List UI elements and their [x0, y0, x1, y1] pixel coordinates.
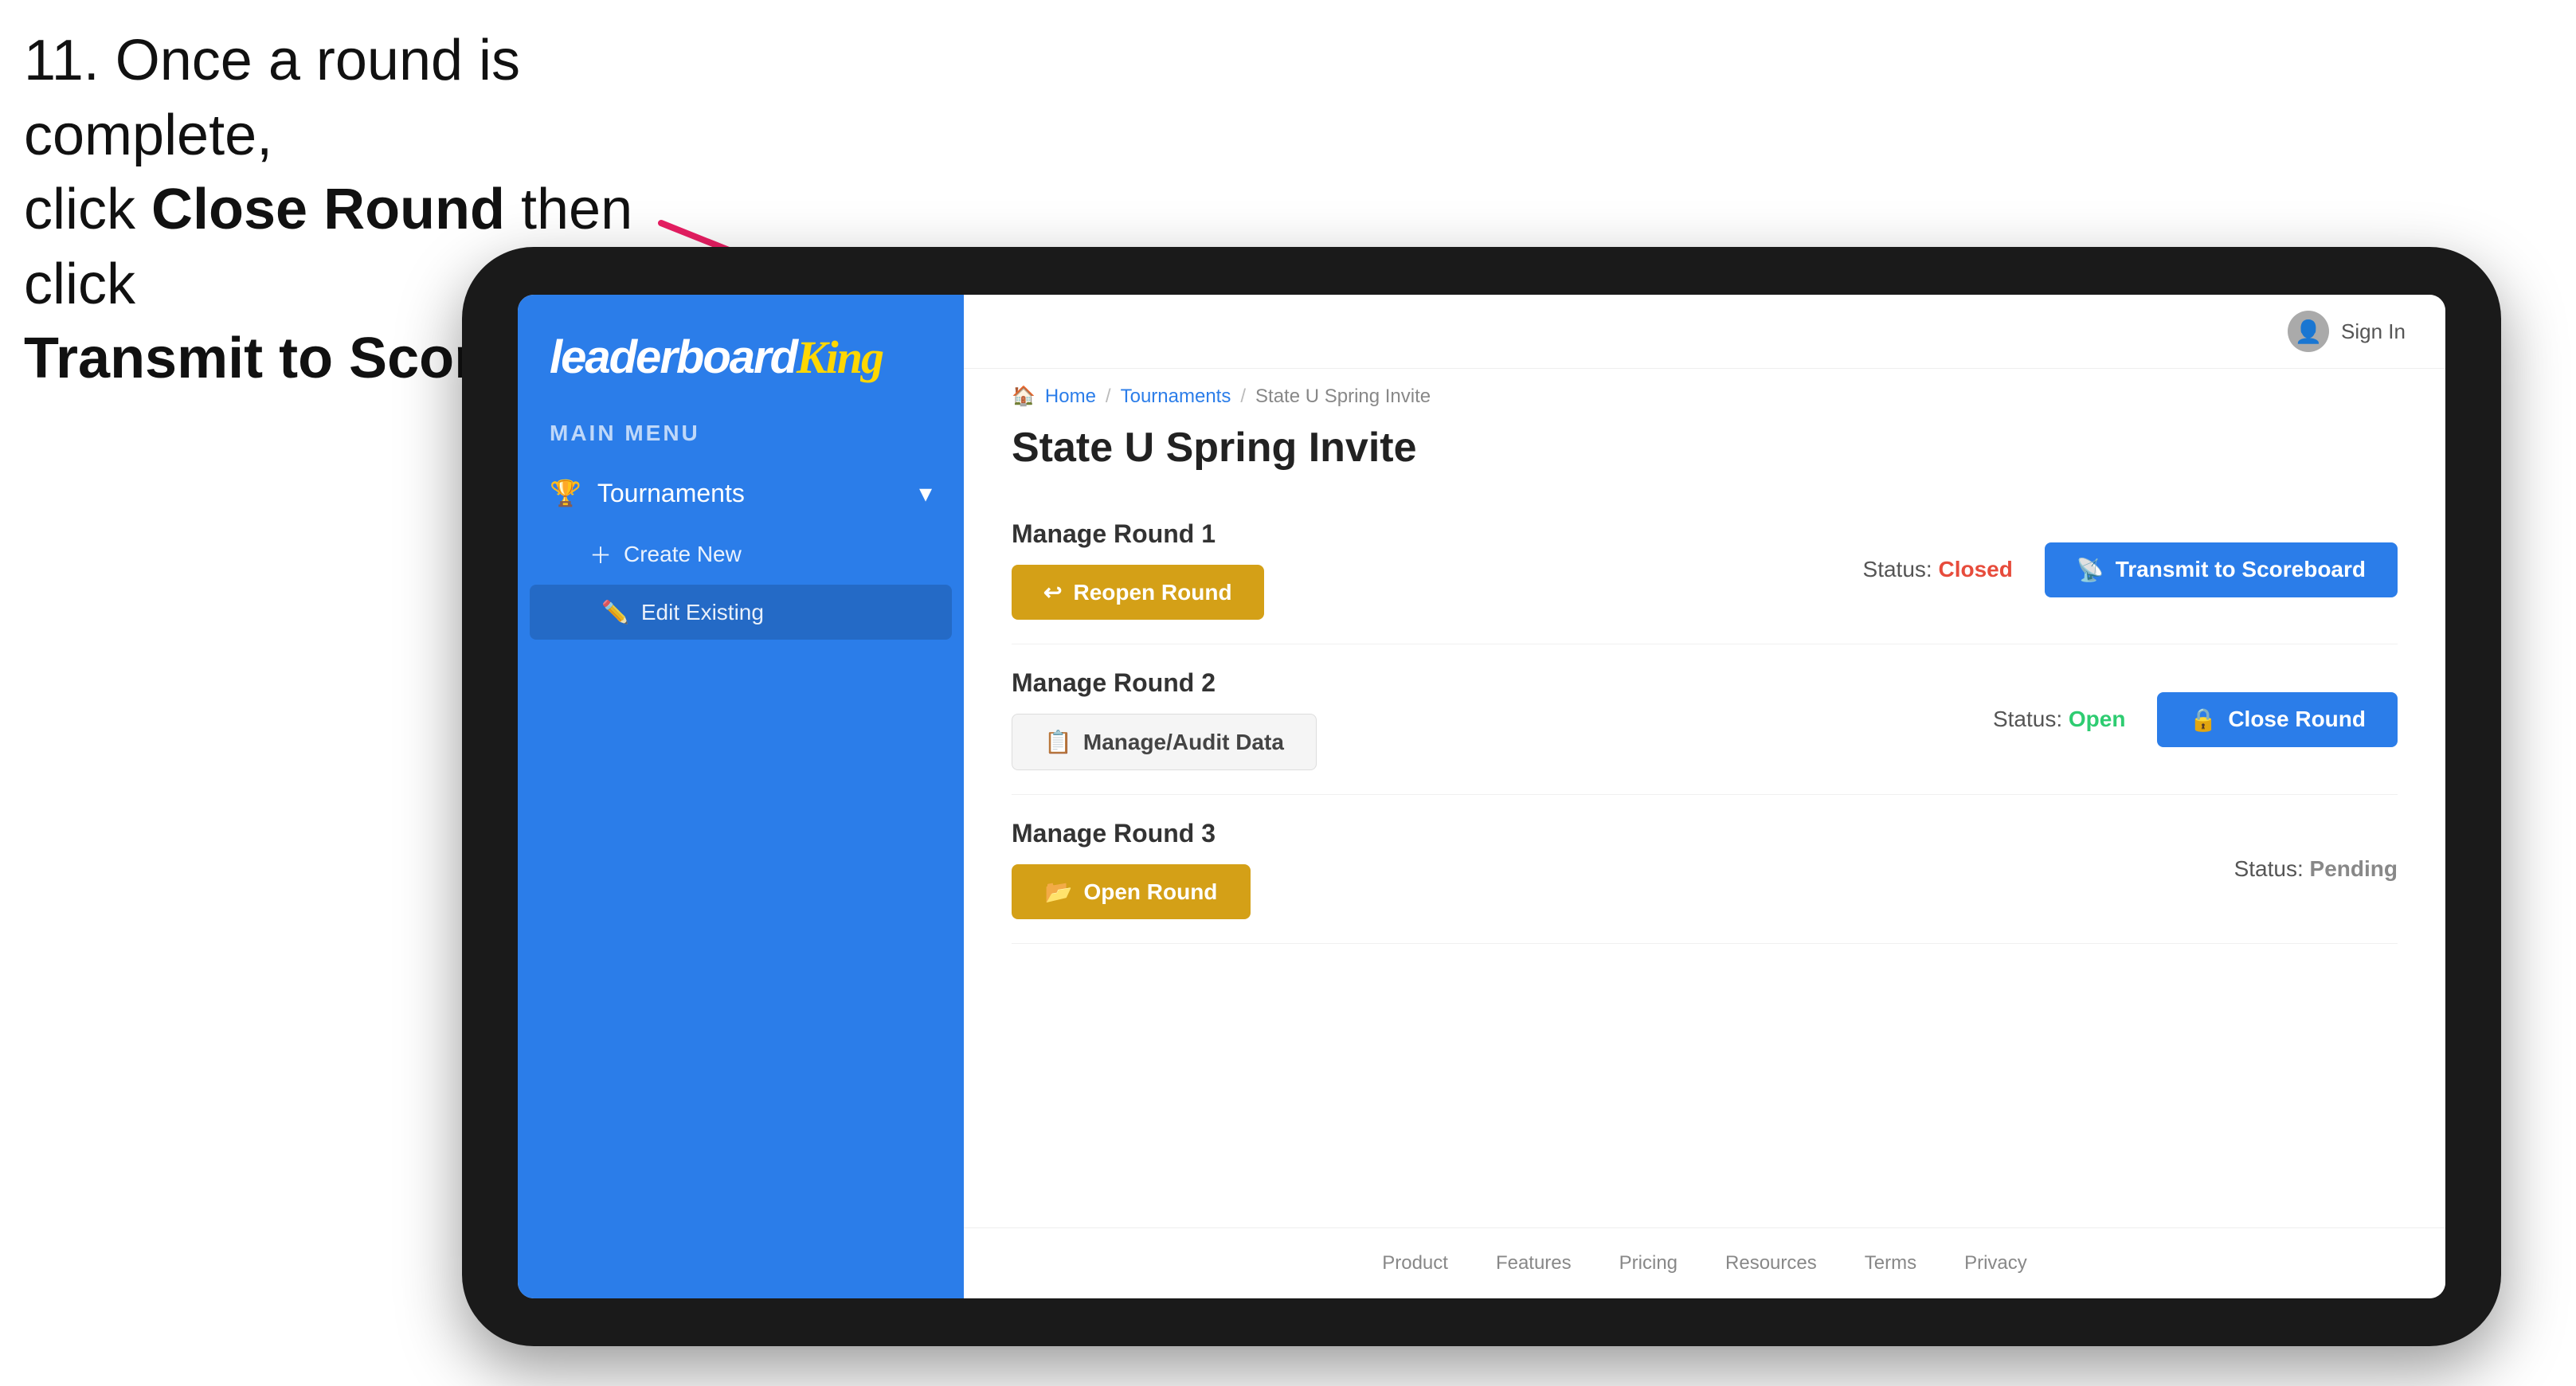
app-container: leaderboardKing MAIN MENU 🏆 Tournaments …	[518, 295, 2445, 1298]
manage-audit-data-button[interactable]: 📋 Manage/Audit Data	[1012, 714, 1317, 770]
logo-area: leaderboardKing	[518, 319, 964, 413]
breadcrumb-sep-2: /	[1240, 386, 1246, 408]
breadcrumb: 🏠 Home / Tournaments / State U Spring In…	[964, 369, 2445, 416]
sidebar-edit-existing[interactable]: ✏️ Edit Existing	[530, 585, 952, 640]
round-3-status: Status: Pending	[2234, 856, 2398, 882]
reopen-round-button[interactable]: ↩ Reopen Round	[1012, 565, 1264, 620]
avatar: 👤	[2288, 311, 2329, 352]
audit-icon: 📋	[1044, 729, 1072, 755]
lock-icon: 🔒	[2189, 707, 2217, 733]
round-1-title: Manage Round 1	[1012, 519, 1264, 549]
round-3-left: Manage Round 3 📂 Open Round	[1012, 819, 1251, 919]
footer-resources[interactable]: Resources	[1725, 1252, 1817, 1274]
main-menu-label: MAIN MENU	[518, 413, 964, 462]
logo-leaderboard: leaderboard	[550, 331, 797, 383]
transmit-icon: 📡	[2077, 557, 2104, 583]
sidebar-item-tournaments[interactable]: 🏆 Tournaments ▾	[518, 462, 964, 524]
tournaments-label: Tournaments	[597, 479, 745, 508]
round-row-3: Manage Round 3 📂 Open Round Status: Pend…	[1012, 795, 2398, 944]
tablet-device: leaderboardKing MAIN MENU 🏆 Tournaments …	[462, 247, 2501, 1346]
breadcrumb-current: State U Spring Invite	[1255, 386, 1431, 408]
edit-icon: ✏️	[601, 599, 629, 625]
home-icon: 🏠	[1012, 385, 1035, 408]
app-logo: leaderboardKing	[550, 335, 932, 381]
round-3-right: Status: Pending	[2234, 856, 2398, 882]
footer-terms[interactable]: Terms	[1865, 1252, 1916, 1274]
breadcrumb-sep-1: /	[1106, 386, 1111, 408]
breadcrumb-home[interactable]: Home	[1045, 386, 1096, 408]
footer-privacy[interactable]: Privacy	[1964, 1252, 2027, 1274]
chevron-down-icon: ▾	[919, 478, 932, 508]
round-1-left: Manage Round 1 ↩ Reopen Round	[1012, 519, 1264, 620]
open-round-button[interactable]: 📂 Open Round	[1012, 864, 1251, 919]
main-content: 👤 Sign In 🏠 Home / Tournaments / State U…	[964, 295, 2445, 1298]
round-2-title: Manage Round 2	[1012, 668, 1317, 698]
sign-in-area[interactable]: 👤 Sign In	[2288, 311, 2406, 352]
round-row-2: Manage Round 2 📋 Manage/Audit Data Statu…	[1012, 644, 2398, 795]
plus-icon: ＋	[589, 538, 612, 570]
tablet-screen: leaderboardKing MAIN MENU 🏆 Tournaments …	[518, 295, 2445, 1298]
footer-product[interactable]: Product	[1382, 1252, 1448, 1274]
round-2-status: Status: Open	[1993, 707, 2126, 732]
round-3-status-value: Pending	[2310, 856, 2398, 881]
close-round-button[interactable]: 🔒 Close Round	[2157, 692, 2398, 747]
sign-in-label[interactable]: Sign In	[2341, 319, 2406, 344]
round-1-right: Status: Closed 📡 Transmit to Scoreboard	[1863, 542, 2398, 597]
round-1-status: Status: Closed	[1863, 557, 2013, 582]
round-2-left: Manage Round 2 📋 Manage/Audit Data	[1012, 668, 1317, 770]
transmit-to-scoreboard-button[interactable]: 📡 Transmit to Scoreboard	[2045, 542, 2398, 597]
round-2-right: Status: Open 🔒 Close Round	[1993, 692, 2398, 747]
edit-existing-label: Edit Existing	[641, 600, 764, 625]
breadcrumb-tournaments[interactable]: Tournaments	[1121, 386, 1231, 408]
trophy-icon: 🏆	[550, 478, 581, 508]
create-new-label: Create New	[624, 542, 742, 567]
footer-pricing[interactable]: Pricing	[1619, 1252, 1678, 1274]
rounds-area: Manage Round 1 ↩ Reopen Round Status: Cl…	[964, 495, 2445, 1227]
sidebar: leaderboardKing MAIN MENU 🏆 Tournaments …	[518, 295, 964, 1298]
logo-king: King	[797, 331, 883, 383]
round-1-status-value: Closed	[1938, 557, 2012, 581]
round-row-1: Manage Round 1 ↩ Reopen Round Status: Cl…	[1012, 495, 2398, 644]
round-2-status-value: Open	[2069, 707, 2126, 731]
sidebar-create-new[interactable]: ＋ Create New	[518, 524, 964, 585]
footer: Product Features Pricing Resources Terms…	[964, 1227, 2445, 1298]
page-title: State U Spring Invite	[964, 416, 2445, 495]
open-icon: 📂	[1045, 879, 1073, 905]
reopen-icon: ↩	[1043, 579, 1062, 605]
footer-features[interactable]: Features	[1496, 1252, 1572, 1274]
header-bar: 👤 Sign In	[964, 295, 2445, 369]
round-3-title: Manage Round 3	[1012, 819, 1251, 848]
